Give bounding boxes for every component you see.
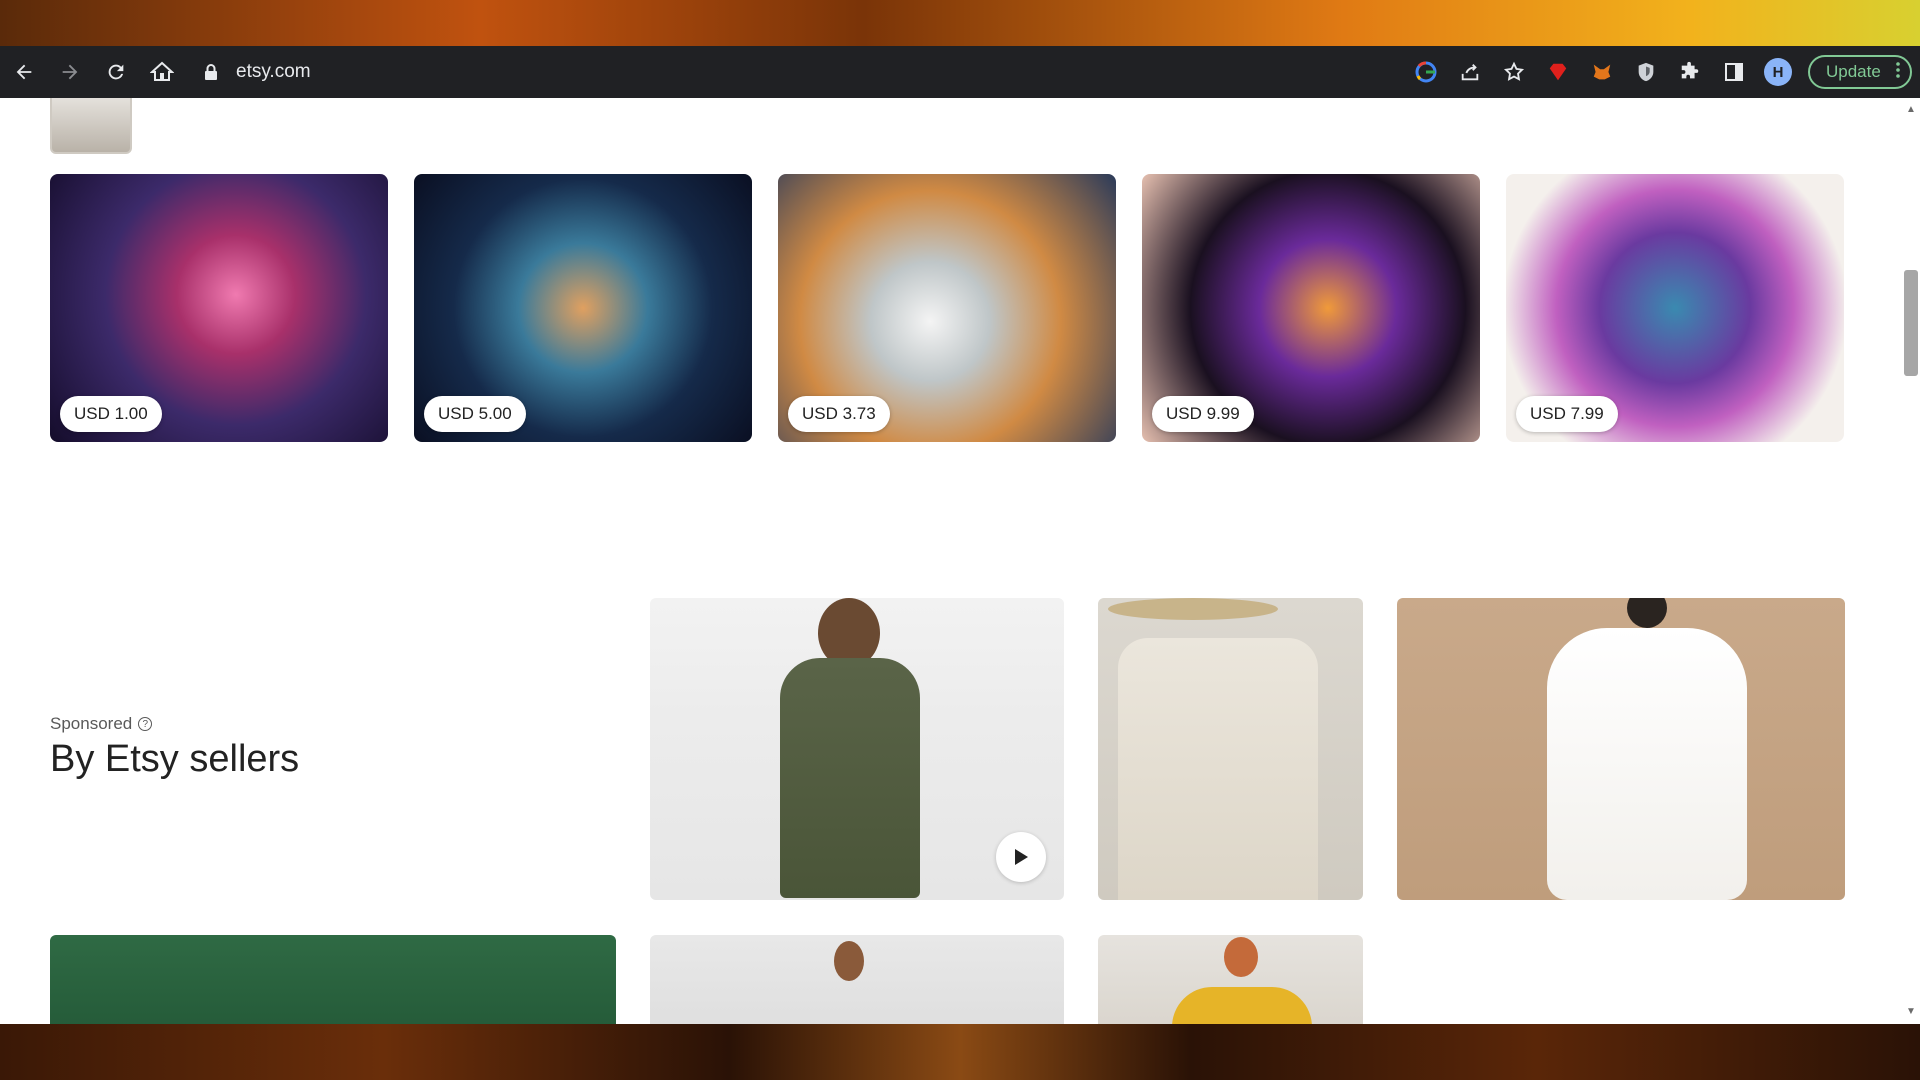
shield-extension-icon[interactable] [1624,50,1668,94]
reload-icon [108,64,124,80]
update-button[interactable]: Update [1808,55,1912,89]
sponsored-listing-green-top[interactable] [50,935,616,1024]
bookmark-star-icon[interactable] [1492,50,1536,94]
model-hat [1108,598,1278,620]
avatar: H [1764,58,1792,86]
page-scrollbar[interactable]: ▲ ▼ [1902,98,1920,1024]
profile-button[interactable]: H [1756,50,1800,94]
price-badge: USD 9.99 [1152,396,1254,432]
price-badge: USD 3.73 [788,396,890,432]
desktop-wallpaper-top [0,0,1920,46]
sponsored-text: Sponsored [50,714,133,733]
back-button[interactable] [2,50,46,94]
model-head [1627,598,1667,628]
listing-card-panda-astronaut[interactable]: USD 3.73 [778,174,1116,442]
scrollbar-thumb[interactable] [1904,270,1918,376]
sponsored-listing-white-dress[interactable] [1397,598,1845,900]
sponsored-listing-grey[interactable] [650,935,1064,1024]
side-panel-icon[interactable] [1712,50,1756,94]
arrow-left-icon [16,64,32,80]
price-badge: USD 5.00 [424,396,526,432]
sponsored-listing-yellow-top[interactable] [1098,935,1363,1024]
share-icon[interactable] [1448,50,1492,94]
sponsored-listing-cream-dress[interactable] [1098,598,1363,900]
model-head [834,941,864,981]
scroll-down-arrow-icon[interactable]: ▼ [1905,1006,1917,1018]
arrow-right-icon [62,64,78,80]
lock-icon [200,61,222,83]
model-dress [780,658,920,898]
section-heading: By Etsy sellers [50,738,300,780]
home-button[interactable] [140,50,184,94]
url-text: etsy.com [236,61,311,82]
update-label: Update [1826,62,1881,81]
desktop-wallpaper-bottom [0,1024,1920,1080]
model-shirt [1172,987,1312,1024]
play-video-button[interactable] [996,832,1046,882]
reload-button[interactable] [94,50,138,94]
address-bar[interactable]: etsy.com [200,54,1380,90]
puzzle-extensions-icon[interactable] [1668,50,1712,94]
listing-card-cosmic-astronaut[interactable]: USD 9.99 [1142,174,1480,442]
metamask-fox-icon[interactable] [1580,50,1624,94]
model-dress [1547,628,1747,900]
listing-card-astronaut[interactable]: USD 5.00 [414,174,752,442]
play-icon [1015,849,1028,865]
scroll-up-arrow-icon[interactable]: ▲ [1905,104,1917,116]
home-icon [150,61,174,81]
help-icon[interactable]: ? [138,717,153,731]
sponsored-listing-green-dress[interactable] [650,598,1064,900]
forward-button[interactable] [48,50,92,94]
model-head [1224,937,1258,977]
extension-red-icon[interactable] [1536,50,1580,94]
page-viewport: USD 1.00 USD 5.00 USD 3.73 USD 9.99 USD … [0,98,1920,1024]
kebab-menu-icon [1896,61,1900,83]
listing-card-dragon[interactable]: USD 7.99 [1506,174,1844,442]
model-dress [1118,638,1318,900]
browser-toolbar: etsy.com H Update [0,46,1920,98]
listing-thumbnail[interactable] [50,98,132,154]
sponsored-label: Sponsored ? [50,714,153,734]
price-badge: USD 7.99 [1516,396,1618,432]
price-badge: USD 1.00 [60,396,162,432]
listing-card-leopard[interactable]: USD 1.00 [50,174,388,442]
google-lens-icon[interactable] [1404,50,1448,94]
